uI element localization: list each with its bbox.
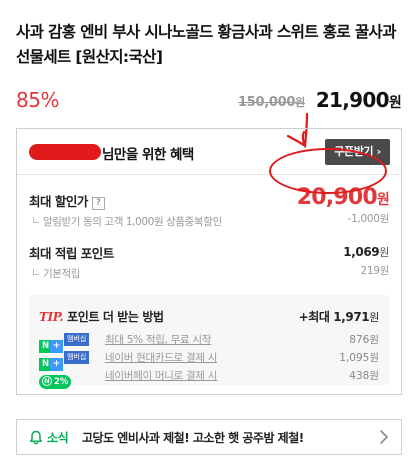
alarm-discount-row: 알림받기 동의 고객 1,000원 상품중복할인 -1,000원 <box>29 210 389 229</box>
tip-item-amount: 876원 <box>349 334 379 346</box>
max-discount-label: 최대 할인가 <box>29 194 88 209</box>
tip-item-naverpay[interactable]: N 2% 네이버페이 머니로 결제 시 438원 <box>39 368 379 389</box>
tip-item-link[interactable]: 네이버페이 머니로 결제 시 <box>105 368 217 383</box>
points-label: 최대 적립 포인트 <box>29 246 114 261</box>
max-discount-row: 최대 할인가? 20,900원 <box>29 185 390 210</box>
indent-corner-icon <box>33 269 39 275</box>
news-message: 고당도 엔비사과 제철! 고소한 햇 공주밤 제철! <box>82 431 304 445</box>
naverpay-n-icon: N <box>42 376 52 386</box>
original-price-value: 150,000 <box>238 95 296 110</box>
tip-item-link[interactable]: 최대 5% 적립, 무료 시작 <box>105 332 211 347</box>
sale-price: 21,900원 <box>315 88 402 112</box>
tip-max-value: 1,971 <box>333 310 370 324</box>
tip-max-unit: 원 <box>369 311 379 324</box>
basic-points-value: 219원 <box>360 265 389 277</box>
membership-label-icon: 멤버십 <box>64 333 90 346</box>
basic-points-label: 기본적립 <box>29 268 80 280</box>
tip-max-points: +최대 1,971원 <box>298 308 380 325</box>
alarm-discount-text: 알림받기 동의 고객 1,000원 상품중복할인 <box>43 216 222 228</box>
bell-icon <box>29 430 43 445</box>
redacted-username <box>29 144 101 160</box>
points-row: 최대 적립 포인트 1,069원 <box>29 243 389 262</box>
points-tip-box: TIP. 포인트 더 받는 방법 +최대 1,971원 N +멤버십 최대 5% 적… <box>29 295 389 389</box>
tip-item-hyundai-card[interactable]: N +멤버십 네이버 현대카드로 결제 시 1,095원 <box>39 350 379 371</box>
naverpay-rate: 2% <box>54 377 69 387</box>
indent-corner-icon <box>33 217 39 223</box>
news-tag: 소식 <box>47 431 69 445</box>
product-title: 사과 감홍 엔비 부사 시나노골드 황금사과 스위트 홍로 꿀사과 선물세트 [… <box>16 23 396 66</box>
naverpay-badge-icon: N 2% <box>39 369 71 389</box>
points-value-number: 1,069 <box>343 245 380 259</box>
basic-points-row: 기본적립 219원 <box>29 262 389 281</box>
original-price: 150,000원 <box>238 94 305 110</box>
chevron-right-icon: › <box>376 145 382 158</box>
tip-tag: TIP. <box>39 310 64 324</box>
membership-label-icon: 멤버십 <box>64 351 90 364</box>
original-price-unit: 원 <box>295 96 305 109</box>
discount-rate: 85% <box>16 88 59 112</box>
naver-membership-badge-icon: N +멤버십 <box>39 333 90 353</box>
annotation-circle <box>269 148 387 194</box>
tip-item-amount: 1,095원 <box>339 352 379 364</box>
news-banner[interactable]: 소식 고당도 엔비사과 제철! 고소한 햇 공주밤 제철! <box>16 419 402 455</box>
tip-item-link[interactable]: 네이버 현대카드로 결제 시 <box>105 350 217 365</box>
alarm-discount-amount: -1,000원 <box>347 213 390 225</box>
price-row: 85% 150,000원 21,900원 <box>16 88 402 114</box>
alarm-discount-note: 알림받기 동의 고객 1,000원 상품중복할인 <box>29 216 222 228</box>
benefit-header-title: 님만을 위한 혜택 <box>102 147 194 163</box>
tip-header: TIP. 포인트 더 받는 방법 <box>39 308 164 325</box>
tip-title: 포인트 더 받는 방법 <box>67 310 164 324</box>
sale-price-value: 21,900 <box>315 88 390 112</box>
basic-points-text: 기본적립 <box>43 268 81 280</box>
sale-price-unit: 원 <box>388 95 402 111</box>
points-value: 1,069원 <box>343 244 389 260</box>
naver-membership-badge-icon: N +멤버십 <box>39 351 90 371</box>
chevron-right-icon <box>380 430 388 444</box>
tip-max-prefix: +최대 <box>298 310 330 324</box>
points-value-unit: 원 <box>379 246 389 259</box>
tip-item-membership[interactable]: N +멤버십 최대 5% 적립, 무료 시작 876원 <box>39 332 379 353</box>
max-discount-price-unit: 원 <box>376 192 390 208</box>
tip-item-amount: 438원 <box>349 370 379 382</box>
help-icon[interactable]: ? <box>91 197 105 210</box>
